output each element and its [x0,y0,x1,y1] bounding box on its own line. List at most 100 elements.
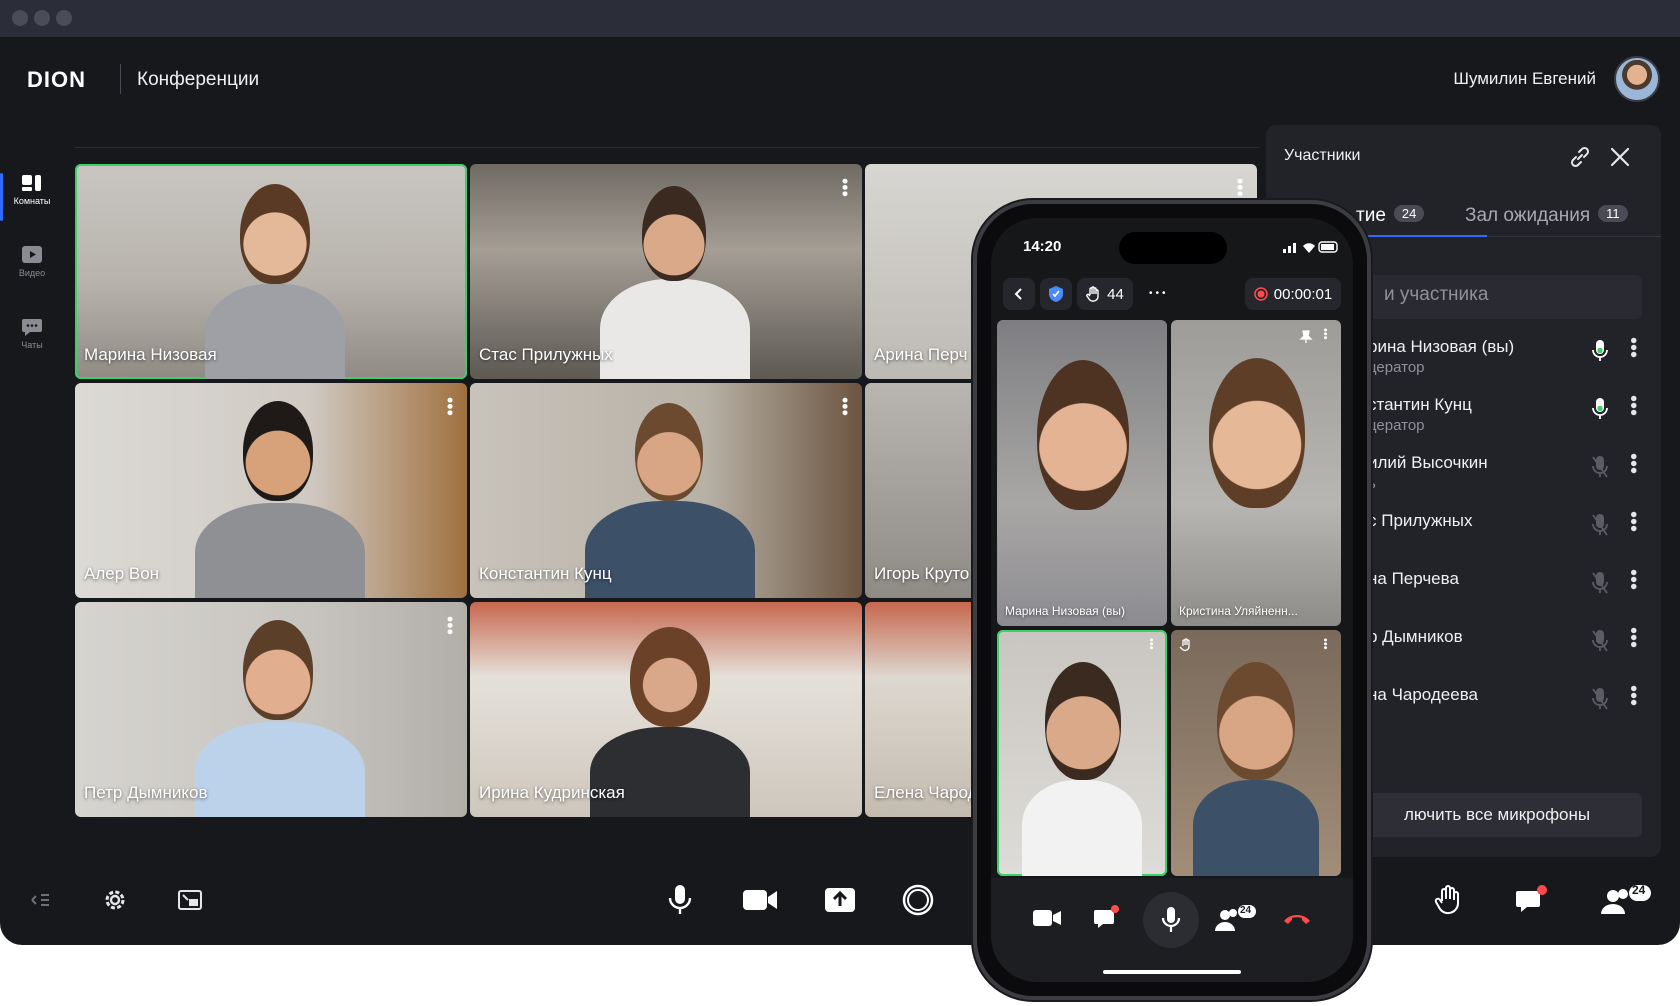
share-screen-icon [825,888,855,912]
tile-menu-icon[interactable]: ••• [1319,638,1331,650]
participant-name: Ирина Кудринская [479,783,625,802]
phone-camera-button[interactable] [1027,898,1067,938]
tile-menu-icon[interactable]: ••• [440,616,460,635]
participant-menu-icon[interactable]: ••• [1622,569,1644,590]
tile-menu-icon[interactable]: ••• [440,397,460,416]
participant-role: цератор [1368,359,1425,376]
person-face [243,401,313,501]
microphone-muted-icon[interactable] [1591,629,1609,653]
participant-menu-icon[interactable]: ••• [1622,627,1644,648]
user-avatar[interactable] [1614,56,1660,102]
microphone-muted-icon[interactable] [1591,513,1609,537]
phone-video-tile[interactable]: Марина Низовая (вы) [997,320,1167,626]
sidebar-item-rooms[interactable]: Комнаты [0,173,64,237]
window-zoom-dot[interactable] [56,10,72,26]
microphone-icon[interactable] [1591,339,1609,363]
chat-button[interactable] [1512,880,1552,920]
chat-icon [22,319,42,336]
sidebar-item-label: Чаты [21,340,43,350]
participant-name: Игорь Круто [874,564,970,583]
microphone-icon[interactable] [1591,397,1609,421]
raised-hands-count: 44 [1107,285,1124,303]
sidebar-item-video[interactable]: Видео [0,245,64,309]
phone-microphone-button[interactable] [1143,892,1199,948]
participant-menu-icon[interactable]: ••• [1622,337,1644,358]
sidebar-item-chats[interactable]: Чаты [0,317,64,381]
window-close-dot[interactable] [12,10,28,26]
participant-name: стантин Кунц [1368,395,1472,414]
tab-waiting-room[interactable]: Зал ожидания 11 [1465,205,1628,227]
participant-menu-icon[interactable]: ••• [1622,511,1644,532]
video-tile[interactable]: ••• Константин Кунц [470,383,862,598]
phone-participants-button[interactable]: 24 [1213,898,1259,938]
phone-chat-button[interactable] [1087,898,1127,938]
link-icon[interactable] [1568,145,1592,169]
phone-screen: 14:20 44 ••• 00:00:01 Марина Низовая (вы… [991,218,1353,982]
video-tile[interactable]: Ирина Кудринская [470,602,862,817]
camera-icon [743,890,777,910]
phone-back-button[interactable] [1003,278,1035,310]
video-tile[interactable]: ••• Стас Прилужных [470,164,862,379]
participants-count-badge: 24 [1240,905,1252,916]
participant-name: Арина Перч [874,345,968,364]
video-tile[interactable]: Марина Низовая [75,164,467,379]
phone-video-tile[interactable]: ••• Кристина Уляйненн... [1171,320,1341,626]
dynamic-island [1119,232,1227,264]
window-minimize-dot[interactable] [34,10,50,26]
person-face [1209,358,1305,508]
participant-menu-icon[interactable]: ••• [1622,453,1644,474]
security-badge[interactable] [1040,278,1072,310]
phone-video-tile[interactable]: ••• [997,630,1167,876]
person-face [630,627,710,727]
microphone-muted-icon[interactable] [1591,455,1609,479]
sidebar: Комнаты Видео Чаты [0,165,64,381]
participant-name: Петр Дымников [84,783,208,802]
participant-name: на Перчева [1368,569,1459,588]
tab-label: тие [1356,205,1386,226]
shield-icon [1049,286,1063,302]
bottom-toolbar: 24 [0,880,1680,930]
person-face [1217,662,1295,780]
tile-menu-icon[interactable]: ••• [835,397,855,416]
camera-button[interactable] [740,880,780,920]
app-logo: DION [27,67,86,92]
video-tile[interactable]: ••• Алер Вон [75,383,467,598]
tile-menu-icon[interactable]: ••• [1230,178,1250,197]
picture-in-picture-button[interactable] [170,880,210,920]
phone-bottom-controls: 24 [991,878,1353,982]
participant-menu-icon[interactable]: ••• [1622,685,1644,706]
participant-name: рина Низовая (вы) [1368,337,1515,356]
raise-hand-button[interactable] [1428,880,1468,920]
person-silhouette [195,503,365,598]
tile-menu-icon[interactable]: ••• [1145,638,1157,650]
person-silhouette [195,722,365,817]
person-silhouette [1193,780,1319,876]
hand-icon [1434,885,1459,915]
tile-menu-icon[interactable]: ••• [1319,328,1331,340]
person-silhouette [1022,780,1142,876]
participant-name: Кристина Уляйненн... [1179,604,1298,618]
microphone-muted-icon[interactable] [1591,687,1609,711]
tab-event[interactable]: тие 24 [1356,205,1425,227]
tile-menu-icon[interactable]: ••• [835,178,855,197]
collapse-sidebar-button[interactable] [20,880,60,920]
video-tile[interactable]: ••• Петр Дымников [75,602,467,817]
participant-name: илий Высочкин [1368,453,1488,472]
microphone-button[interactable] [660,880,700,920]
participants-button[interactable]: 24 [1598,880,1654,920]
participant-menu-icon[interactable]: ••• [1622,395,1644,416]
phone-hangup-button[interactable] [1277,898,1317,938]
share-screen-button[interactable] [820,880,860,920]
user-name[interactable]: Шумилин Евгений [1296,69,1596,89]
pin-icon[interactable] [1299,330,1313,344]
close-icon[interactable] [1608,145,1632,169]
participant-role: цератор [1368,417,1425,434]
record-button[interactable] [898,880,938,920]
participant-name: Елена Чарод [874,783,978,802]
raised-hands-counter[interactable]: 44 [1077,278,1133,310]
phone-video-tile[interactable]: ••• [1171,630,1341,876]
settings-button[interactable] [95,880,135,920]
microphone-muted-icon[interactable] [1591,571,1609,595]
person-face [642,186,706,281]
more-dots-icon[interactable]: ••• [1149,288,1169,299]
